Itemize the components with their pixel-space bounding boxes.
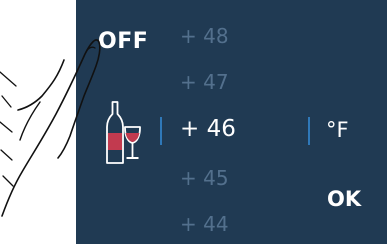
off-button[interactable]: OFF (98, 29, 148, 54)
ok-button[interactable]: OK (327, 187, 361, 211)
temperature-option[interactable]: + 47 (180, 70, 300, 94)
selection-divider-left (160, 117, 162, 145)
temperature-option[interactable]: + 45 (180, 166, 300, 190)
wine-temperature-panel: OFF + 48 + 47 + 46 + 45 + 44 °F OK (76, 0, 387, 244)
temperature-option[interactable]: + 48 (180, 24, 300, 48)
screen: OFF + 48 + 47 + 46 + 45 + 44 °F OK (0, 0, 387, 244)
temperature-unit-label[interactable]: °F (326, 118, 349, 142)
selection-divider-right (308, 117, 310, 145)
wine-bottle-and-glass-icon (106, 101, 141, 164)
temperature-option[interactable]: + 44 (180, 212, 300, 236)
temperature-picker[interactable]: + 48 + 47 + 46 + 45 + 44 (180, 0, 300, 244)
temperature-option-selected[interactable]: + 46 (180, 116, 300, 142)
